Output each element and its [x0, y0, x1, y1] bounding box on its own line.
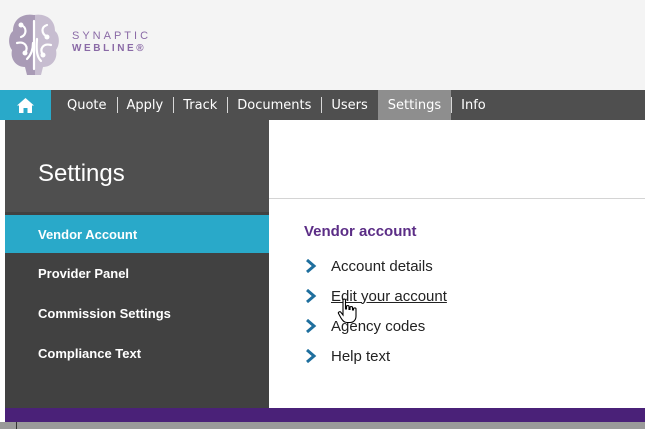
chevron-right-icon	[306, 349, 317, 363]
header: SYNAPTIC WEBLINE®	[0, 0, 645, 90]
top-nav: Quote Apply Track Documents Users Settin…	[0, 90, 645, 120]
footer-divider	[16, 422, 17, 429]
page-title: Settings	[38, 160, 125, 187]
section-heading: Vendor account	[304, 223, 417, 240]
brain-logo-icon	[9, 14, 59, 76]
nav-quote[interactable]: Quote	[51, 90, 117, 120]
nav-users[interactable]: Users	[321, 90, 377, 120]
link-label: Account details	[331, 257, 433, 275]
settings-sidebar: Settings Vendor Account Provider Panel C…	[5, 120, 269, 408]
sidebar-item-provider-panel[interactable]: Provider Panel	[5, 254, 269, 292]
chevron-right-icon	[306, 259, 317, 273]
home-icon	[17, 97, 34, 113]
link-agency-codes[interactable]: Agency codes	[304, 316, 425, 336]
brand-line1: SYNAPTIC	[72, 30, 152, 42]
hand-cursor-icon	[337, 298, 357, 324]
nav-documents[interactable]: Documents	[227, 90, 321, 120]
sidebar-title-box: Settings	[5, 120, 269, 212]
link-label: Help text	[331, 347, 391, 365]
nav-settings[interactable]: Settings	[377, 90, 452, 120]
link-help-text[interactable]: Help text	[304, 346, 390, 366]
brand-wordmark: SYNAPTIC WEBLINE®	[72, 30, 151, 55]
sidebar-item-commission-settings[interactable]: Commission Settings	[5, 294, 269, 332]
nav-info[interactable]: Info	[451, 90, 496, 120]
nav-track[interactable]: Track	[173, 90, 227, 120]
chevron-right-icon	[306, 289, 317, 303]
sidebar-item-compliance-text[interactable]: Compliance Text	[5, 334, 269, 372]
chevron-right-icon	[306, 319, 317, 333]
link-edit-your-account[interactable]: Edit your account	[304, 286, 447, 306]
home-button[interactable]	[0, 90, 51, 120]
divider	[269, 198, 645, 199]
brand-line2: WEBLINE®	[72, 43, 147, 54]
footer-strip	[0, 422, 645, 429]
sidebar-item-vendor-account[interactable]: Vendor Account	[5, 215, 269, 253]
link-account-details[interactable]: Account details	[304, 256, 433, 276]
footer-accent-bar	[5, 408, 645, 422]
nav-apply[interactable]: Apply	[116, 90, 174, 120]
